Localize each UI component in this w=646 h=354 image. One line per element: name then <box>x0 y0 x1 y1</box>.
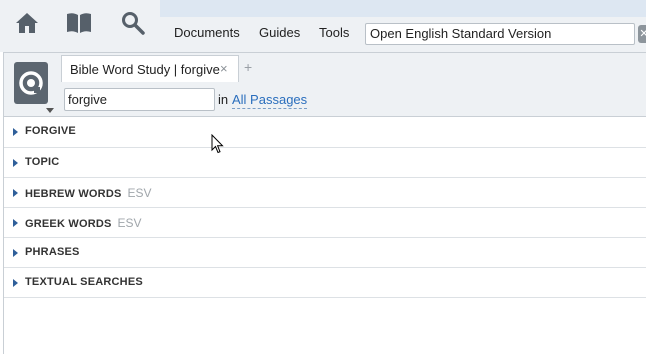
menu-tools[interactable]: Tools <box>319 25 349 41</box>
tab-title: Bible Word Study | forgive <box>70 62 220 77</box>
expand-arrow-icon[interactable] <box>13 249 18 257</box>
main-toolbar: Documents Guides Tools Open English Stan… <box>0 0 646 52</box>
search-icon[interactable] <box>120 10 146 36</box>
toolbar-strip <box>160 0 646 17</box>
section-label: GREEK WORDS ESV <box>25 216 142 230</box>
section-label: PHRASES <box>25 246 80 258</box>
expand-arrow-icon[interactable] <box>13 219 18 227</box>
panel-header: Bible Word Study | forgive × + forgive i… <box>4 53 646 117</box>
section-label: TOPIC <box>25 156 60 168</box>
resource-search-input[interactable]: Open English Standard Version <box>365 23 635 45</box>
panel-menu-caret-icon[interactable] <box>46 108 54 113</box>
expand-arrow-icon[interactable] <box>13 189 18 197</box>
section-list: FORGIVE TOPIC HEBREW WORDS ESV GREEK WORD… <box>4 117 646 298</box>
menu-guides[interactable]: Guides <box>259 25 300 41</box>
app-window: Documents Guides Tools Open English Stan… <box>0 0 646 354</box>
in-label: in <box>218 92 229 107</box>
expand-arrow-icon[interactable] <box>13 159 18 167</box>
section-textual-searches[interactable]: TEXTUAL SEARCHES <box>4 268 646 298</box>
section-hebrew-words[interactable]: HEBREW WORDS ESV <box>4 178 646 208</box>
expand-arrow-icon[interactable] <box>13 279 18 287</box>
menu-documents[interactable]: Documents <box>174 25 240 41</box>
word-study-icon[interactable] <box>14 62 48 104</box>
clear-search-button[interactable]: ✕ <box>638 25 646 43</box>
tab-close-icon[interactable]: × <box>220 61 228 76</box>
section-phrases[interactable]: PHRASES <box>4 238 646 268</box>
word-input[interactable]: forgive <box>64 88 215 111</box>
range-selector-link[interactable]: All Passages <box>232 92 308 109</box>
home-icon[interactable] <box>14 10 40 36</box>
tab-bible-word-study[interactable]: Bible Word Study | forgive × <box>61 55 239 82</box>
version-tag: ESV <box>117 216 142 230</box>
section-topic[interactable]: TOPIC <box>4 148 646 178</box>
add-tab-button[interactable]: + <box>244 59 252 75</box>
expand-arrow-icon[interactable] <box>13 128 18 136</box>
library-icon[interactable] <box>66 10 92 36</box>
section-label: FORGIVE <box>25 125 76 137</box>
section-greek-words[interactable]: GREEK WORDS ESV <box>4 208 646 238</box>
section-label: HEBREW WORDS ESV <box>25 186 152 200</box>
word-study-panel: Bible Word Study | forgive × + forgive i… <box>3 52 646 354</box>
section-forgive[interactable]: FORGIVE <box>4 117 646 148</box>
version-tag: ESV <box>127 186 152 200</box>
section-label: TEXTUAL SEARCHES <box>25 276 143 288</box>
mouse-cursor-icon <box>211 133 224 159</box>
